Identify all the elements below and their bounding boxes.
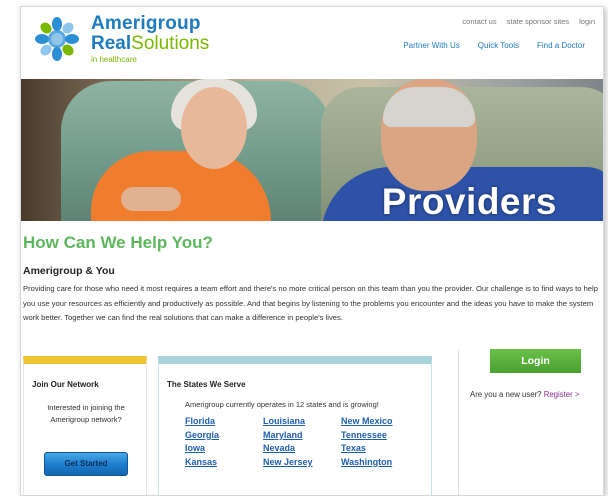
utility-nav: contact us state sponsor sites login — [462, 17, 595, 26]
brand-tagline: in healthcare — [91, 55, 137, 64]
states-title: The States We Serve — [167, 380, 246, 389]
brand-subname-solutions: Solutions — [131, 33, 210, 54]
page-heading: How Can We Help You? — [23, 233, 213, 252]
join-network-description: Interested in joining the Amerigroup net… — [47, 403, 125, 424]
state-link-georgia[interactable]: Georgia — [185, 430, 263, 440]
brand-subname-real: Real — [91, 33, 132, 54]
register-link[interactable]: Register > — [544, 390, 580, 399]
state-link-louisiana[interactable]: Louisiana — [263, 416, 341, 426]
hero-photo-man-hair — [383, 87, 475, 127]
page-frame: Amerigroup RealSolutions in healthcare c… — [20, 6, 604, 496]
state-link-iowa[interactable]: Iowa — [185, 443, 263, 453]
login-button[interactable]: Login — [490, 349, 581, 373]
join-network-box: Join Our Network Interested in joining t… — [23, 356, 147, 495]
state-link-nevada[interactable]: Nevada — [263, 443, 341, 453]
hero-banner: Providers — [21, 79, 603, 221]
main-nav: Partner With Us Quick Tools Find a Docto… — [403, 41, 585, 50]
new-user-prompt: Are you a new user? Register > — [470, 390, 579, 399]
state-link-new-jersey[interactable]: New Jersey — [263, 457, 341, 467]
intro-paragraph: Providing care for those who need it mos… — [23, 284, 598, 323]
state-link-new-mexico[interactable]: New Mexico — [341, 416, 425, 426]
state-link-maryland[interactable]: Maryland — [263, 430, 341, 440]
section-title: Amerigroup & You — [23, 265, 115, 277]
hero-title: Providers — [381, 181, 557, 221]
nav-find-a-doctor[interactable]: Find a Doctor — [537, 41, 585, 50]
state-link-kansas[interactable]: Kansas — [185, 457, 263, 467]
join-network-title: Join Our Network — [32, 380, 99, 389]
contact-us-link[interactable]: contact us — [462, 17, 496, 26]
brand-logo[interactable]: Amerigroup RealSolutions in healthcare — [31, 13, 221, 67]
column-divider — [458, 350, 459, 495]
brand-subname: RealSolutions — [91, 33, 209, 55]
state-link-tennessee[interactable]: Tennessee — [341, 430, 425, 440]
get-started-button[interactable]: Get Started — [44, 452, 128, 476]
login-link[interactable]: login — [579, 17, 595, 26]
hero-photo-hands — [121, 187, 181, 211]
sunburst-logo-icon — [35, 17, 79, 61]
state-link-florida[interactable]: Florida — [185, 416, 263, 426]
nav-partner-with-us[interactable]: Partner With Us — [403, 41, 459, 50]
site-header: Amerigroup RealSolutions in healthcare c… — [21, 7, 603, 77]
state-link-washington[interactable]: Washington — [341, 457, 425, 467]
new-user-text: Are you a new user? — [470, 390, 542, 399]
nav-quick-tools[interactable]: Quick Tools — [478, 41, 519, 50]
hero-photo-woman-face — [181, 87, 247, 169]
states-description: Amerigroup currently operates in 12 stat… — [185, 400, 379, 409]
brand-name: Amerigroup — [91, 13, 201, 34]
states-list: Florida Louisiana New Mexico Georgia Mar… — [185, 416, 425, 467]
state-sponsor-sites-link[interactable]: state sponsor sites — [507, 17, 570, 26]
states-we-serve-box: The States We Serve Amerigroup currently… — [158, 356, 432, 495]
state-link-texas[interactable]: Texas — [341, 443, 425, 453]
